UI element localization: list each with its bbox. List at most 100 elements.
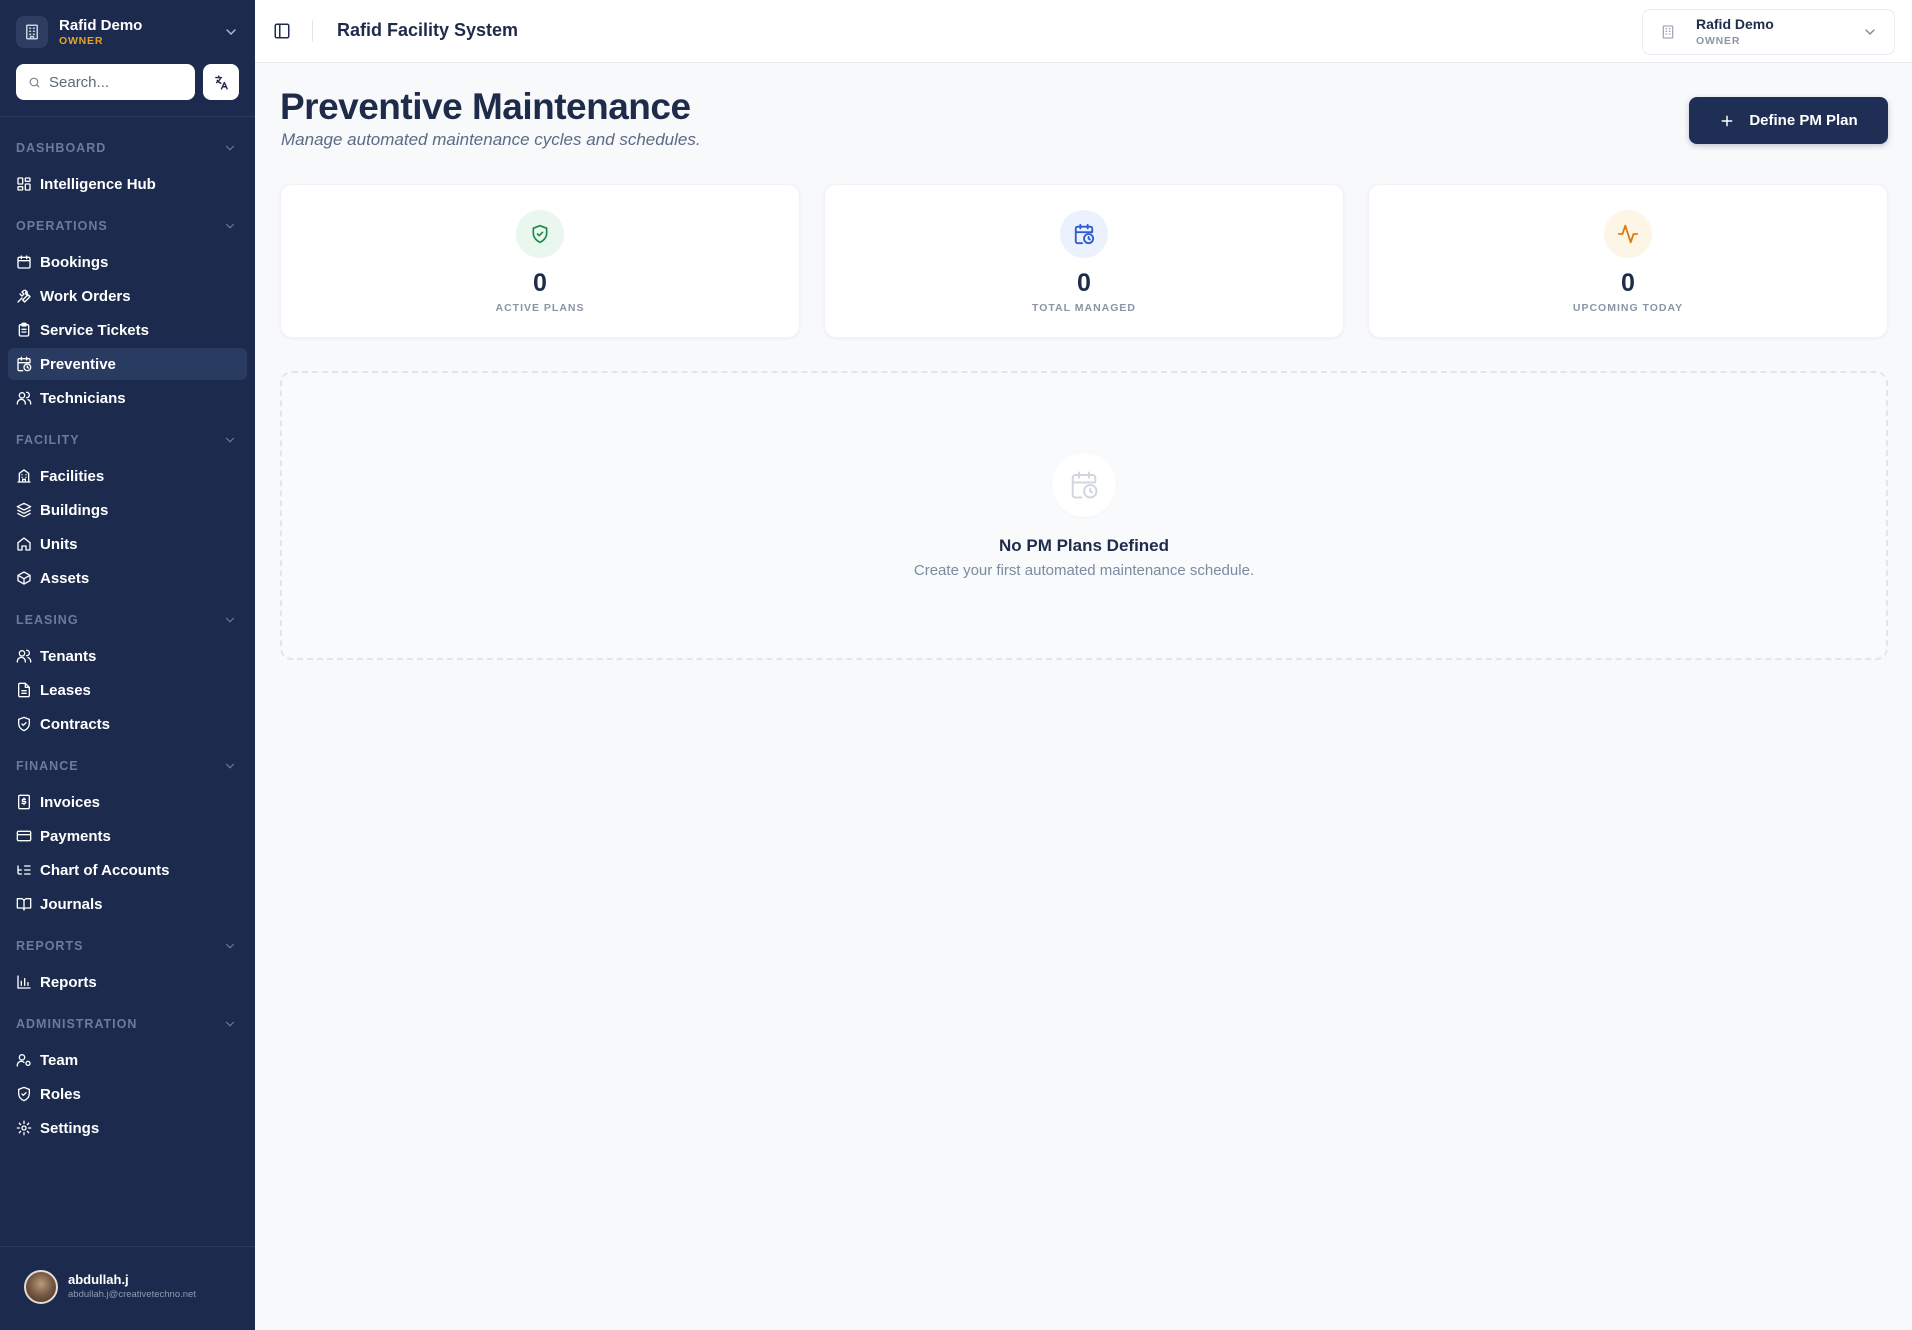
stat-label: ACTIVE PLANS — [495, 302, 585, 314]
chevron-down-icon — [225, 943, 235, 949]
sidebar-item-assets[interactable]: Assets — [8, 562, 247, 594]
building-icon — [17, 469, 31, 483]
chevron-down-icon — [225, 437, 235, 443]
sidebar-item-leases[interactable]: Leases — [8, 674, 247, 706]
user-cog-icon — [16, 1054, 31, 1067]
account-role: OWNER — [1696, 35, 1741, 47]
chevron-down-icon — [225, 1021, 235, 1027]
chevron-down-icon — [226, 29, 236, 35]
sidebar-item-label: Bookings — [40, 253, 109, 271]
section-label: FACILITY — [16, 433, 80, 447]
sidebar-item-contracts[interactable]: Contracts — [8, 708, 247, 740]
user-name: abdullah.j — [68, 1272, 129, 1287]
chevron-down-icon — [225, 763, 235, 769]
section-label: DASHBOARD — [16, 141, 107, 155]
section-finance[interactable]: FINANCE — [0, 748, 255, 784]
user-profile[interactable]: abdullah.j abdullah.j@creativetechno.net — [24, 1270, 196, 1304]
sidebar-item-label: Payments — [40, 827, 111, 845]
sidebar-toggle-icon[interactable] — [273, 22, 291, 40]
sidebar-item-label: Journals — [40, 895, 103, 913]
section-label: ADMINISTRATION — [16, 1017, 138, 1031]
account-switcher[interactable]: Rafid Demo OWNER — [1642, 9, 1895, 55]
sidebar-item-roles[interactable]: Roles — [8, 1078, 247, 1110]
sidebar-item-buildings[interactable]: Buildings — [8, 494, 247, 526]
shield-check-icon — [18, 716, 30, 732]
page-title: Preventive Maintenance — [280, 86, 691, 127]
sidebar-item-label: Technicians — [40, 389, 126, 407]
sidebar-item-technicians[interactable]: Technicians — [8, 382, 247, 414]
home-icon — [17, 537, 31, 551]
book-open-icon — [16, 898, 32, 911]
sidebar-item-label: Chart of Accounts — [40, 861, 170, 879]
section-administration[interactable]: ADMINISTRATION — [0, 1006, 255, 1042]
gear-icon — [16, 1120, 32, 1136]
search-box[interactable] — [16, 64, 195, 100]
sidebar-item-facilities[interactable]: Facilities — [8, 460, 247, 492]
section-reports[interactable]: REPORTS — [0, 928, 255, 964]
stat-card-active-plans: 0 ACTIVE PLANS — [280, 184, 800, 338]
org-role: OWNER — [59, 34, 104, 47]
sidebar-item-label: Intelligence Hub — [40, 175, 156, 193]
stat-value: 0 — [1077, 269, 1091, 297]
grid-icon — [17, 177, 31, 191]
plus-icon — [1721, 115, 1733, 126]
sidebar-divider — [0, 116, 255, 117]
section-operations[interactable]: OPERATIONS — [0, 208, 255, 244]
chevron-down-icon — [225, 223, 235, 229]
section-facility[interactable]: FACILITY — [0, 422, 255, 458]
org-name: Rafid Demo — [59, 16, 143, 34]
sidebar-item-journals[interactable]: Journals — [8, 888, 247, 920]
define-pm-plan-button[interactable]: Define PM Plan — [1689, 97, 1888, 144]
sidebar-item-tenants[interactable]: Tenants — [8, 640, 247, 672]
language-button[interactable] — [203, 64, 239, 100]
sidebar-item-reports[interactable]: Reports — [8, 966, 247, 998]
sidebar-item-label: Team — [40, 1051, 79, 1069]
sidebar-item-label: Preventive — [40, 355, 116, 373]
sidebar-item-label: Assets — [40, 569, 90, 587]
sidebar-item-label: Facilities — [40, 467, 105, 485]
sidebar-item-label: Roles — [40, 1085, 81, 1103]
stat-label: TOTAL MANAGED — [1032, 302, 1136, 314]
define-pm-plan-label: Define PM Plan — [1749, 112, 1858, 129]
sidebar-item-payments[interactable]: Payments — [8, 820, 247, 852]
sidebar-item-intelligence-hub[interactable]: Intelligence Hub — [8, 168, 247, 200]
layers-icon — [16, 502, 32, 518]
sidebar-item-work-orders[interactable]: Work Orders — [8, 280, 247, 312]
org-switcher[interactable]: Rafid Demo OWNER — [16, 14, 239, 50]
sidebar-item-chart-of-accounts[interactable]: Chart of Accounts — [8, 854, 247, 886]
search-input[interactable] — [49, 73, 179, 91]
section-dashboard[interactable]: DASHBOARD — [0, 130, 255, 166]
bar-chart-icon — [17, 975, 31, 989]
section-label: FINANCE — [16, 759, 79, 773]
empty-state-title: No PM Plans Defined — [998, 536, 1170, 555]
building-icon — [1662, 25, 1674, 39]
list-tree-icon — [17, 865, 31, 875]
section-leasing[interactable]: LEASING — [0, 602, 255, 638]
users-icon — [16, 391, 32, 405]
receipt-icon — [18, 794, 30, 810]
chevron-down-icon — [225, 145, 235, 151]
sidebar-item-label: Invoices — [40, 793, 101, 811]
stat-value: 0 — [1621, 269, 1635, 297]
sidebar-item-label: Buildings — [40, 501, 109, 519]
translate-icon — [214, 74, 228, 90]
sidebar-item-invoices[interactable]: Invoices — [8, 786, 247, 818]
sidebar-item-label: Leases — [40, 681, 91, 699]
stat-card-upcoming-today: 0 UPCOMING TODAY — [1368, 184, 1888, 338]
sidebar-item-settings[interactable]: Settings — [8, 1112, 247, 1144]
sidebar-item-team[interactable]: Team — [8, 1044, 247, 1076]
topbar: Rafid Facility System Rafid Demo OWNER — [255, 0, 1912, 63]
search-icon — [29, 77, 40, 87]
section-label: LEASING — [16, 613, 79, 627]
sidebar-item-label: Service Tickets — [40, 321, 149, 339]
calendar-clock-icon — [17, 356, 32, 372]
sidebar-item-label: Tenants — [40, 647, 97, 665]
calendar-icon — [17, 255, 31, 269]
empty-state: No PM Plans Defined Create your first au… — [280, 371, 1888, 660]
sidebar-divider — [0, 1246, 255, 1247]
sidebar-item-units[interactable]: Units — [8, 528, 247, 560]
sidebar-item-bookings[interactable]: Bookings — [8, 246, 247, 278]
sidebar: Rafid Demo OWNER DASHBOARD Intelligence … — [0, 0, 255, 1330]
sidebar-item-preventive[interactable]: Preventive — [8, 348, 247, 380]
sidebar-item-service-tickets[interactable]: Service Tickets — [8, 314, 247, 346]
